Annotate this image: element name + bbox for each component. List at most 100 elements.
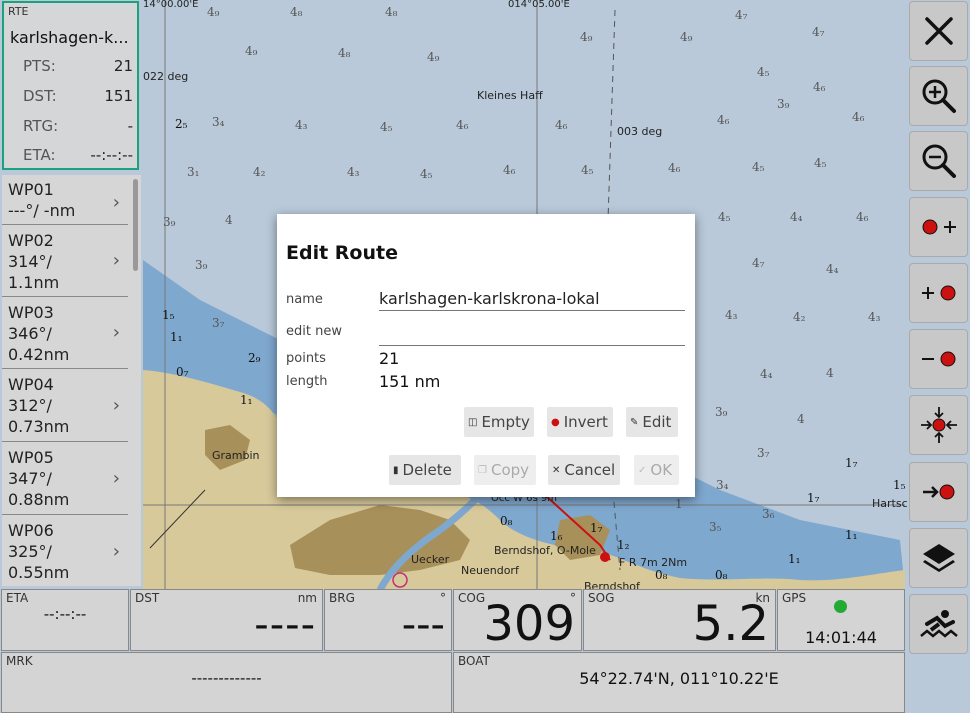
mrk-label: MRK	[6, 654, 33, 668]
copy-button[interactable]: ❐ Copy	[474, 455, 536, 485]
waypoint-item[interactable]: WP01 ---°/ -nm ›	[2, 175, 128, 225]
gps-time: 14:01:44	[805, 628, 877, 647]
gps-display[interactable]: GPS 14:01:44	[777, 589, 905, 651]
route-row-key: RTG:	[23, 117, 59, 135]
waypoint-name: WP01	[8, 180, 54, 199]
waypoint-item[interactable]: WP02 314°/ 1.1nm ›	[2, 226, 128, 297]
add-waypoint-after-button[interactable]	[909, 197, 968, 257]
waypoint-list[interactable]: WP01 ---°/ -nm › WP02 314°/ 1.1nm › WP03…	[2, 175, 141, 586]
waypoint-distance: 1.1nm	[8, 273, 60, 292]
route-rtg-row: RTG: -	[4, 117, 137, 139]
cog-display[interactable]: COG ° 309	[453, 589, 582, 652]
layers-button[interactable]	[909, 528, 968, 588]
center-on-waypoint-button[interactable]	[909, 395, 968, 455]
add-waypoint-before-icon	[921, 285, 955, 301]
boat-label: BOAT	[458, 654, 490, 668]
route-info-panel[interactable]: RTE karlshagen-k... PTS: 21 DST: 151 RTG…	[2, 1, 139, 170]
brg-display[interactable]: BRG ° ---	[324, 589, 452, 651]
waypoint-name: WP03	[8, 303, 54, 322]
check-icon: ✓	[638, 464, 647, 476]
waypoint-item[interactable]: WP03 346°/ 0.42nm ›	[2, 298, 128, 369]
copy-icon: ❐	[478, 464, 487, 476]
waypoint-item[interactable]: WP04 312°/ 0.73nm ›	[2, 370, 128, 442]
waypoint-name: WP04	[8, 375, 54, 394]
waypoint-list-scrollbar[interactable]	[133, 179, 138, 271]
route-name: karlshagen-k...	[10, 28, 129, 47]
zoom-out-icon	[922, 144, 956, 178]
invert-icon: ●	[551, 416, 560, 428]
brg-value: ---	[401, 602, 445, 648]
zoom-in-button[interactable]	[909, 66, 968, 126]
route-row-key: DST:	[23, 87, 57, 105]
waypoint-course: ---°/ -nm	[8, 201, 76, 220]
place-label: Neuendorf	[461, 564, 519, 577]
edit-button[interactable]: ✎ Edit	[626, 407, 678, 437]
layers-icon	[922, 544, 955, 572]
mrk-value: -------------	[191, 669, 262, 687]
chevron-right-icon: ›	[112, 192, 120, 213]
zoom-out-button[interactable]	[909, 131, 968, 191]
edit-route-dialog: Edit Route name edit new points 21 lengt…	[277, 214, 695, 497]
boat-position-display[interactable]: BOAT 54°22.74'N, 011°10.22'E	[453, 652, 905, 713]
close-button[interactable]	[909, 1, 968, 61]
waypoint-distance: 0.42nm	[8, 345, 70, 364]
edit-new-input[interactable]	[379, 321, 685, 346]
mrk-display[interactable]: MRK -------------	[1, 652, 452, 713]
sog-display[interactable]: SOG kn 5.2	[583, 589, 776, 652]
cancel-button[interactable]: ✕ Cancel	[548, 455, 620, 485]
delete-button[interactable]: ▮ Delete	[389, 455, 461, 485]
zoom-in-icon	[922, 79, 956, 113]
route-name-input[interactable]	[379, 286, 685, 311]
chevron-right-icon: ›	[112, 541, 120, 562]
waypoint-name: WP02	[8, 231, 54, 250]
edit-button-label: Edit	[642, 413, 672, 431]
ok-button[interactable]: ✓ OK	[634, 455, 679, 485]
cancel-button-label: Cancel	[564, 461, 616, 479]
points-label: points	[286, 351, 326, 366]
name-label: name	[286, 292, 323, 307]
eta-display[interactable]: ETA --:--:--	[1, 589, 129, 651]
empty-button[interactable]: ◫ Empty	[464, 407, 534, 437]
waypoint-item[interactable]: WP05 347°/ 0.88nm ›	[2, 443, 128, 515]
chevron-right-icon: ›	[112, 322, 120, 343]
invert-button[interactable]: ● Invert	[547, 407, 613, 437]
waypoint-course: 312°/	[8, 396, 52, 415]
gps-label: GPS	[782, 591, 807, 605]
waypoint-course: 314°/	[8, 252, 52, 271]
route-row-value: 151	[104, 87, 133, 105]
add-waypoint-before-button[interactable]	[909, 263, 968, 323]
waypoint-course: 325°/	[8, 542, 52, 561]
route-eta-row: ETA: --:--:--	[4, 146, 137, 168]
trash-icon: ▮	[393, 464, 399, 476]
close-icon	[924, 17, 953, 45]
route-row-value: -	[127, 117, 133, 135]
bearing-label: 003 deg	[617, 125, 663, 138]
waypoint-item[interactable]: WP06 325°/ 0.55nm ›	[2, 516, 128, 586]
map-coordinate-left: 14°00.00'E	[143, 0, 199, 10]
delete-waypoint-button[interactable]	[909, 329, 968, 389]
chevron-right-icon: ›	[112, 468, 120, 489]
empty-button-label: Empty	[481, 413, 530, 431]
map-coordinate-mid: 014°05.00'E	[508, 0, 570, 10]
goto-waypoint-button[interactable]	[909, 462, 968, 522]
waypoint-course: 346°/	[8, 324, 52, 343]
light-label: F R 7m 2Nm	[619, 556, 688, 569]
place-label: Uecker	[411, 553, 450, 566]
cog-value: 309	[483, 596, 575, 652]
route-row-value: --:--:--	[90, 146, 133, 164]
cog-label: COG	[458, 591, 486, 605]
length-label: length	[286, 374, 328, 389]
points-value: 21	[379, 349, 400, 368]
place-label: Kleines Haff	[477, 89, 543, 102]
delete-waypoint-icon	[921, 351, 955, 367]
waypoint-name: WP06	[8, 521, 54, 540]
close-icon: ✕	[552, 464, 561, 476]
clear-icon: ◫	[468, 416, 478, 428]
route-points-row: PTS: 21	[4, 57, 137, 79]
dst-display[interactable]: DST nm ----	[130, 589, 323, 651]
brg-label: BRG	[329, 591, 355, 605]
ok-button-label: OK	[650, 461, 673, 479]
sog-label: SOG	[588, 591, 615, 605]
route-row-key: ETA:	[23, 146, 56, 164]
anchor-watch-button[interactable]	[909, 594, 968, 654]
